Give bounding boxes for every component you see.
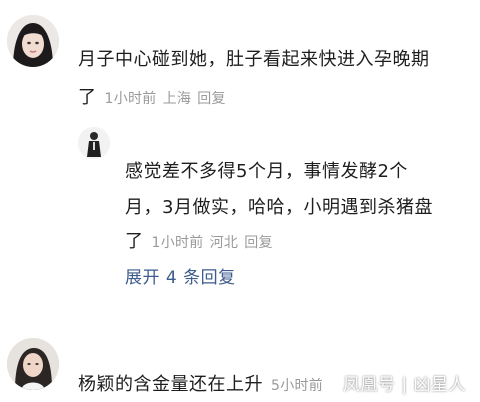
- user-avatar-image-2: [7, 338, 59, 390]
- reply-location: 河北: [209, 235, 239, 251]
- user-avatar-image: [7, 15, 59, 67]
- reply-text-line-2: 月，3月做实，哈哈，小明遇到杀猪盘: [125, 197, 433, 218]
- comment-2-text-row: 杨颖的含金量还在上升 5小时前: [78, 369, 329, 402]
- reply-text-line-1: 感觉差不多得5个月，事情发酵2个: [125, 161, 408, 182]
- reply-text: 感觉差不多得5个月，事情发酵2个: [125, 156, 408, 187]
- reply-text-line-3: 了: [125, 231, 144, 252]
- reply-meta: 1小时前 河北 回复: [152, 235, 279, 251]
- comment-location: 上海: [162, 91, 192, 107]
- comment-text: 月子中心碰到她，肚子看起来快进入孕晚期: [78, 44, 430, 75]
- avatar-2[interactable]: [7, 338, 59, 390]
- reply-avatar[interactable]: [78, 127, 110, 159]
- reply-time: 1小时前: [151, 235, 204, 251]
- reply-button[interactable]: 回复: [197, 91, 226, 107]
- avatar[interactable]: [7, 15, 59, 67]
- comment-2-text: 杨颖的含金量还在上升: [78, 374, 263, 395]
- reply-avatar-image: [78, 127, 110, 159]
- reply-text-line-3-row: 了 1小时前 河北 回复: [125, 226, 279, 259]
- comment-meta: 1小时前 上海 回复: [105, 91, 232, 107]
- watermark: 凤凰号 | 凶星人: [342, 375, 466, 395]
- comment-2-meta: 5小时前: [271, 378, 329, 394]
- reply-text-line-2-row: 月，3月做实，哈哈，小明遇到杀猪盘: [125, 192, 433, 223]
- comment-2-time: 5小时前: [271, 378, 324, 394]
- comment-time: 1小时前: [104, 91, 157, 107]
- comment-text-line-2: 了: [78, 87, 97, 108]
- reply-reply-button[interactable]: 回复: [244, 235, 273, 251]
- comment-text-line-1: 月子中心碰到她，肚子看起来快进入孕晚期: [78, 49, 430, 70]
- expand-replies-button[interactable]: 展开 4 条回复: [125, 263, 236, 288]
- comment-text-line-2-row: 了 1小时前 上海 回复: [78, 82, 232, 115]
